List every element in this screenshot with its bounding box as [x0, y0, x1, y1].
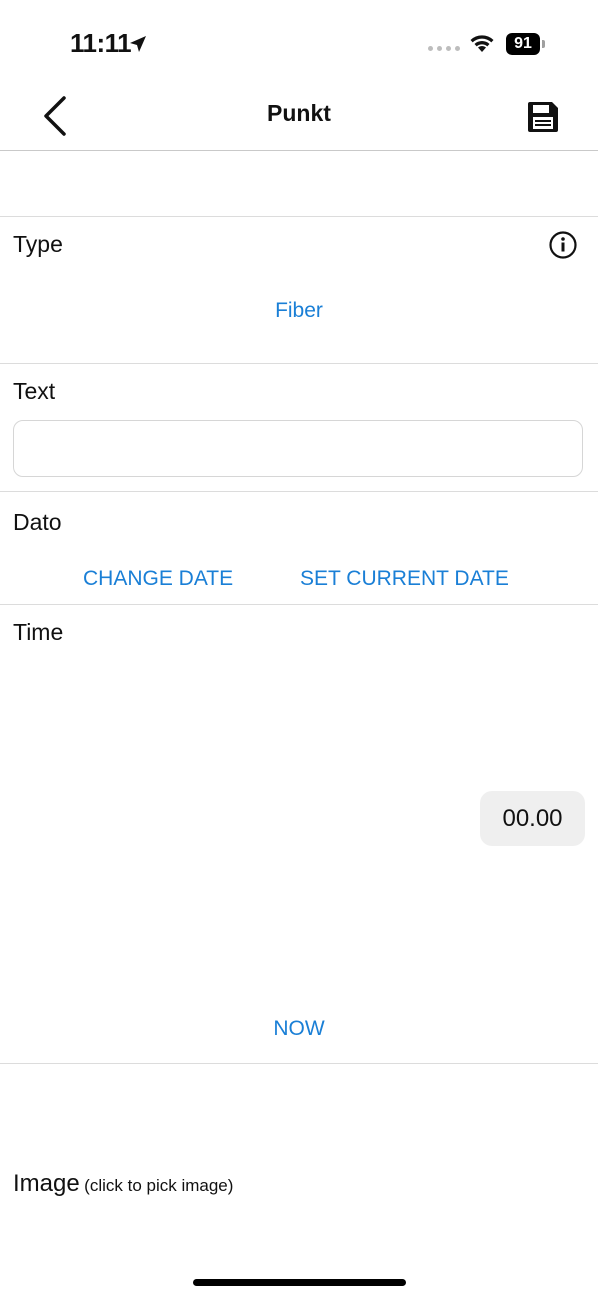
home-indicator: [193, 1279, 406, 1286]
cellular-signal-icon: [428, 46, 460, 51]
divider: [0, 491, 598, 492]
page-title: Punkt: [267, 100, 331, 126]
text-label: Text: [13, 378, 56, 404]
status-bar: 11:11 91: [0, 0, 598, 80]
text-input[interactable]: [13, 420, 583, 477]
battery-icon: 91: [506, 33, 540, 55]
nav-bar: Punkt: [0, 80, 598, 151]
battery-tip: [542, 40, 545, 48]
date-label: Dato: [13, 509, 62, 535]
type-value-button[interactable]: Fiber: [0, 299, 598, 323]
type-label: Type: [13, 231, 63, 257]
wifi-icon: [470, 35, 494, 52]
set-current-date-button[interactable]: SET CURRENT DATE: [300, 567, 509, 591]
location-arrow-icon: [130, 36, 146, 52]
divider: [0, 216, 598, 217]
divider: [0, 1063, 598, 1064]
divider: [0, 363, 598, 364]
time-label: Time: [13, 619, 64, 645]
image-hint: (click to pick image): [84, 1176, 234, 1195]
save-button[interactable]: [526, 100, 560, 134]
time-picker[interactable]: 00.00: [480, 791, 585, 846]
status-time: 11:11: [70, 28, 132, 58]
screen: 11:11 91 Punkt Type Fiber Text Dato CHAN…: [0, 0, 598, 1300]
change-date-button[interactable]: CHANGE DATE: [83, 567, 233, 591]
now-button[interactable]: NOW: [0, 1017, 598, 1041]
info-icon[interactable]: [548, 230, 578, 260]
image-picker[interactable]: Image (click to pick image): [13, 1170, 233, 1198]
divider: [0, 604, 598, 605]
image-label: Image: [13, 1170, 80, 1197]
